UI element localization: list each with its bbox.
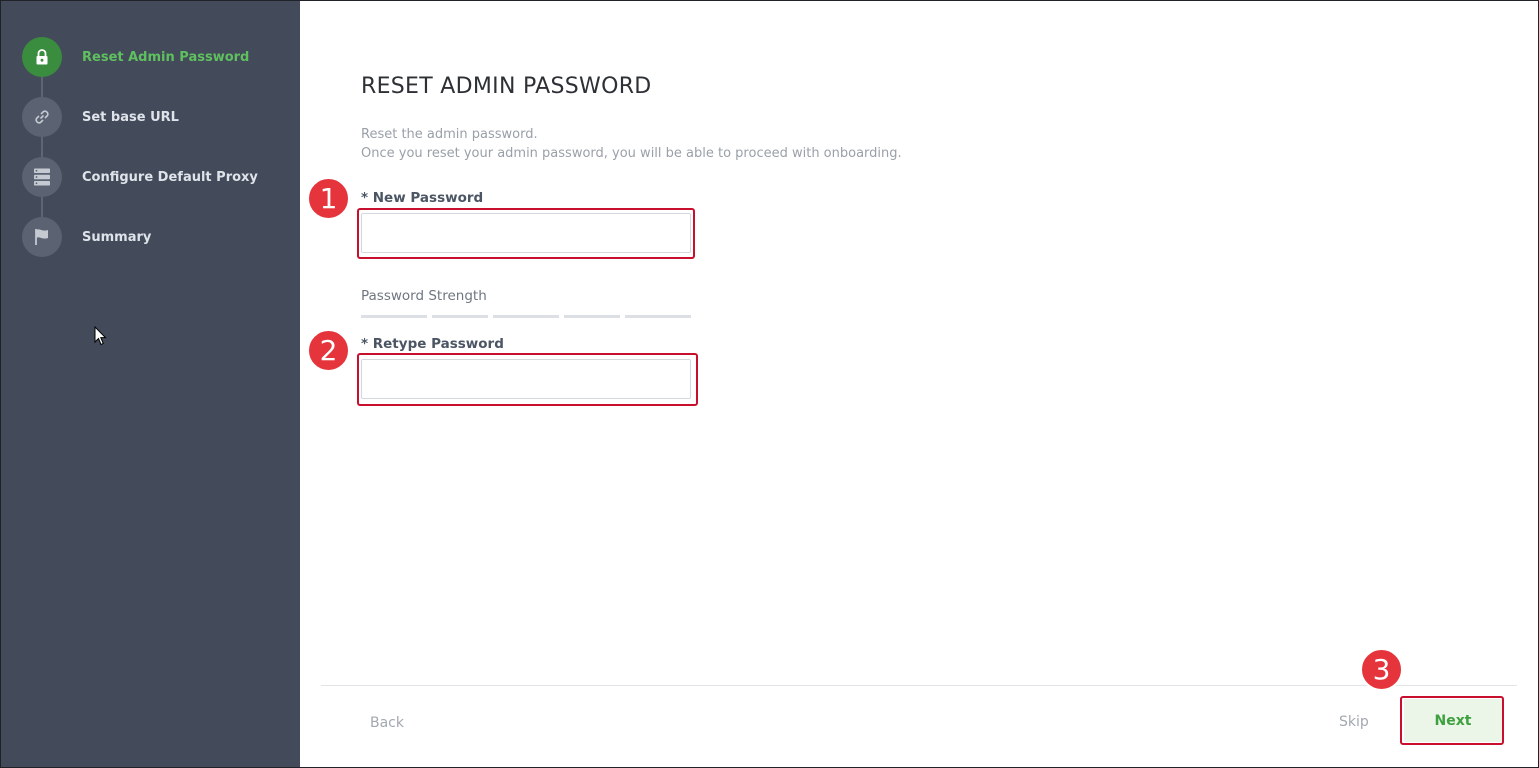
strength-segment (564, 315, 620, 318)
step-configure-default-proxy[interactable]: Configure Default Proxy (22, 157, 292, 197)
server-stack-icon (22, 157, 62, 197)
retype-password-label: * Retype Password (361, 336, 504, 352)
back-button[interactable]: Back (370, 715, 404, 731)
description-line: Once you reset your admin password, you … (361, 146, 902, 161)
mouse-cursor-icon (94, 326, 107, 346)
skip-button[interactable]: Skip (1339, 714, 1369, 730)
strength-segment (625, 315, 691, 318)
footer-divider (321, 685, 1517, 686)
description-line: Reset the admin password. (361, 127, 538, 142)
retype-password-input[interactable] (361, 359, 691, 399)
new-password-label: * New Password (361, 190, 484, 206)
step-label: Reset Admin Password (82, 49, 250, 65)
strength-segment (432, 315, 488, 318)
next-button[interactable]: Next (1404, 699, 1502, 742)
strength-segment (361, 315, 427, 318)
step-label: Set base URL (82, 109, 179, 125)
page-description: Reset the admin password. Once you reset… (361, 125, 902, 163)
lock-icon (22, 37, 62, 77)
page-title: RESET ADMIN PASSWORD (361, 74, 652, 99)
step-set-base-url[interactable]: Set base URL (22, 97, 292, 137)
wizard-sidebar: Reset Admin Password Set base URL Config… (1, 1, 300, 767)
annotation-badge-3: 3 (1360, 648, 1403, 691)
flag-icon (22, 217, 62, 257)
step-summary[interactable]: Summary (22, 217, 292, 257)
annotation-badge-1: 1 (307, 177, 350, 220)
step-label: Configure Default Proxy (82, 169, 258, 185)
step-reset-admin-password[interactable]: Reset Admin Password (22, 37, 292, 77)
link-icon (22, 97, 62, 137)
step-connector-line (41, 57, 43, 237)
annotation-badge-2: 2 (307, 329, 350, 372)
main-panel: RESET ADMIN PASSWORD Reset the admin pas… (301, 1, 1537, 767)
step-label: Summary (82, 229, 152, 245)
new-password-input[interactable] (361, 213, 691, 253)
strength-segment (493, 315, 559, 318)
password-strength-label: Password Strength (361, 288, 487, 304)
